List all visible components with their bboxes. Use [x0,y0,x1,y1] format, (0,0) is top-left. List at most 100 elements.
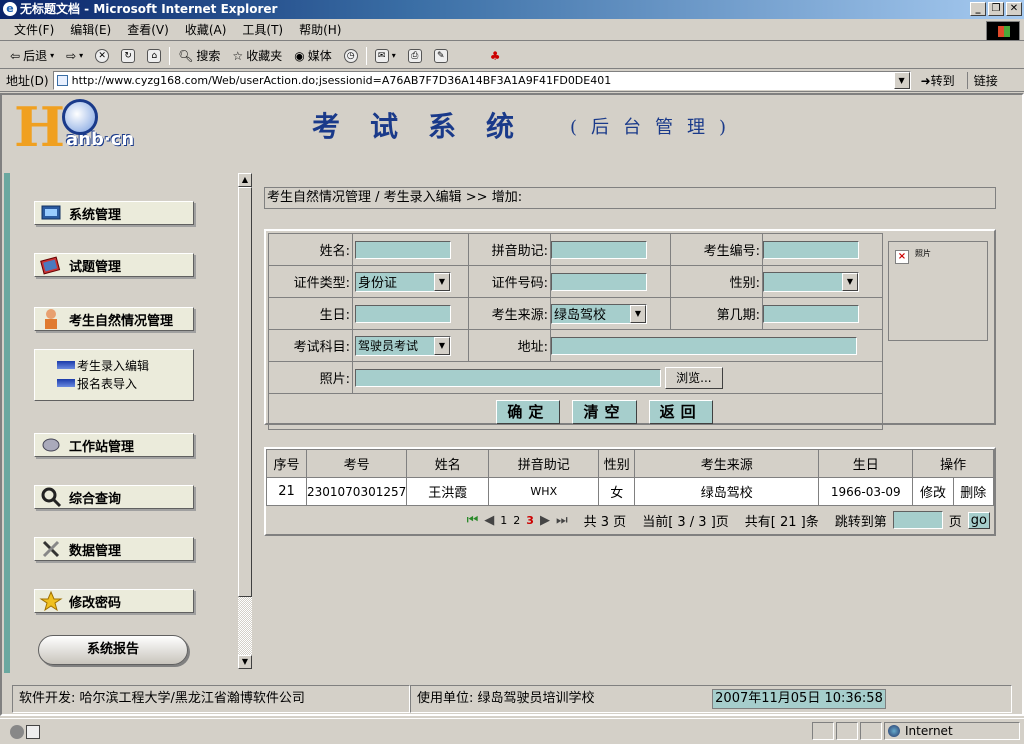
address-dropdown-button[interactable]: ▼ [893,71,910,89]
close-button[interactable]: ✕ [1006,2,1022,16]
photo-alt-text: 照片 [915,249,931,258]
pinyin-label: 拼音助记: [468,233,551,266]
current-page: 当前[ 3 / 3 ]页 [642,514,729,530]
media-button[interactable]: ◉ 媒体 [290,47,336,64]
address-input[interactable]: http://www.cyzg168.com/Web/userAction.do… [52,70,911,90]
edit-button[interactable]: ✎ [430,48,452,63]
page-link-2[interactable]: 2 [513,514,520,527]
table-row: 21 2301070301257 王洪霞 WHX 女 绿岛驾校 1966-03-… [266,477,995,506]
page-footer: 软件开发: 哈尔滨工程大学/黑龙江省瀚博软件公司 使用单位: 绿岛驾驶员培训学校… [12,685,1012,715]
last-page-icon[interactable]: ⏭ [556,513,568,528]
id-no-input[interactable] [551,272,647,291]
back-action-button[interactable]: 返回 [648,399,713,424]
menu-tools[interactable]: 工具(T) [234,21,291,38]
nav-examinee-management[interactable]: 考生自然情况管理 [34,307,194,331]
total-records: 共有[ 21 ]条 [744,514,819,530]
browse-button[interactable]: 浏览... [665,366,723,389]
history-button[interactable]: ◷ [340,48,362,63]
menu-help[interactable]: 帮助(H) [291,21,349,38]
submenu-examinee-edit[interactable]: 考生录入编辑 [57,356,193,374]
table-header-row: 序号 考号 姓名 拼音助记 性别 考生来源 生日 操作 [266,449,994,478]
restore-button[interactable]: ❐ [988,2,1004,16]
cell-seq: 21 [266,477,307,506]
scroll-up-button[interactable]: ▲ [238,173,252,187]
broken-image-icon: × [895,250,909,264]
results-table: 序号 考号 姓名 拼音助记 性别 考生来源 生日 操作 21 230107030… [264,447,996,536]
next-page-icon[interactable]: ▶ [540,513,550,528]
dropdown-arrow-icon: ▼ [434,336,450,355]
prev-page-icon[interactable]: ◀ [484,513,494,528]
scroll-thumb[interactable] [238,187,252,597]
forward-button[interactable]: ⇨ ▾ [62,49,87,63]
mail-button[interactable]: ✉ ▾ [371,48,400,63]
name-input[interactable] [355,240,451,259]
subject-select[interactable]: 驾驶员考试 ▼ [355,335,451,356]
source-select[interactable]: 绿岛驾校 ▼ [551,303,647,324]
window-title: 无标题文档 - Microsoft Internet Explorer [20,2,278,16]
period-input[interactable] [763,304,859,323]
print-icon: ⎙ [407,48,422,63]
exam-no-input[interactable] [763,240,859,259]
submenu-bar-icon [57,379,75,387]
nav-general-query[interactable]: 综合查询 [34,485,194,509]
magnifier-icon [39,486,65,508]
home-button[interactable]: ⌂ [143,48,165,63]
search-button[interactable]: 🔍︎ 搜索 [174,47,224,64]
jump-go-button[interactable]: go [967,511,990,529]
address-field-input[interactable] [551,336,857,355]
system-subtitle: (后台管理) [570,117,741,138]
page-link-1[interactable]: 1 [500,514,507,527]
history-icon: ◷ [343,48,358,63]
first-page-icon[interactable]: ⏮ [467,513,479,528]
go-button[interactable]: ➜转到 [921,72,955,89]
clear-button[interactable]: 清空 [572,399,637,424]
delete-link[interactable]: 删除 [952,477,995,506]
nav-data-management[interactable]: 数据管理 [34,537,194,561]
dropdown-arrow-icon: ▼ [434,272,450,291]
confirm-button[interactable]: 确定 [496,399,561,424]
edit-link[interactable]: 修改 [912,477,954,506]
nav-workstation-management[interactable]: 工作站管理 [34,433,194,457]
address-bar: 地址(D) http://www.cyzg168.com/Web/userAct… [0,69,1024,92]
person-icon [39,308,65,330]
system-icon [39,202,65,224]
messenger-button[interactable]: ♣ [486,49,505,63]
gender-select[interactable]: ▼ [763,271,859,292]
form-table: 姓名: 拼音助记: 考生编号: 证件类型: 身份证 ▼ 证件号码: 性别: ▼ 生 [268,233,883,430]
search-icon: 🔍︎ [178,48,194,63]
stop-button[interactable]: ✕ [91,48,113,63]
photo-path-input[interactable] [355,369,661,387]
nav-question-management[interactable]: 试题管理 [34,253,194,277]
back-button[interactable]: ⇦ 后退 ▾ [6,47,58,64]
submenu-form-import[interactable]: 报名表导入 [57,374,193,392]
vertical-scrollbar[interactable]: ▲ ▼ [238,173,252,669]
favorites-icon: ☆ [232,48,244,63]
print-button[interactable]: ⎙ [404,48,426,63]
scroll-down-button[interactable]: ▼ [238,655,252,669]
nav-change-password[interactable]: 修改密码 [34,589,194,613]
minimize-button[interactable]: _ [970,2,986,16]
star-icon [39,590,65,612]
page-unit: 页 [948,514,962,530]
col-birthday: 生日 [818,449,914,478]
menu-edit[interactable]: 编辑(E) [62,21,119,38]
menu-favorites[interactable]: 收藏(A) [177,21,235,38]
internet-globe-icon [888,725,900,737]
title-bar: e 无标题文档 - Microsoft Internet Explorer _ … [0,0,1024,19]
nav-system-management[interactable]: 系统管理 [34,201,194,225]
links-button[interactable]: 链接 [966,71,998,89]
menu-bar: 文件(F) 编辑(E) 查看(V) 收藏(A) 工具(T) 帮助(H) [0,19,1024,41]
birthday-input[interactable] [355,304,451,323]
status-page-icon [10,723,46,741]
pinyin-input[interactable] [551,240,647,259]
ie-logo-icon: e [3,2,17,16]
cell-pinyin: WHX [488,477,600,506]
system-report-button[interactable]: 系统报告 [38,635,188,665]
refresh-button[interactable]: ↻ [117,48,139,63]
jump-page-input[interactable] [892,511,943,529]
menu-file[interactable]: 文件(F) [6,21,62,38]
favorites-button[interactable]: ☆ 收藏夹 [228,47,286,64]
cell-source: 绿岛驾校 [634,477,820,506]
menu-view[interactable]: 查看(V) [119,21,177,38]
id-type-select[interactable]: 身份证 ▼ [355,271,451,292]
